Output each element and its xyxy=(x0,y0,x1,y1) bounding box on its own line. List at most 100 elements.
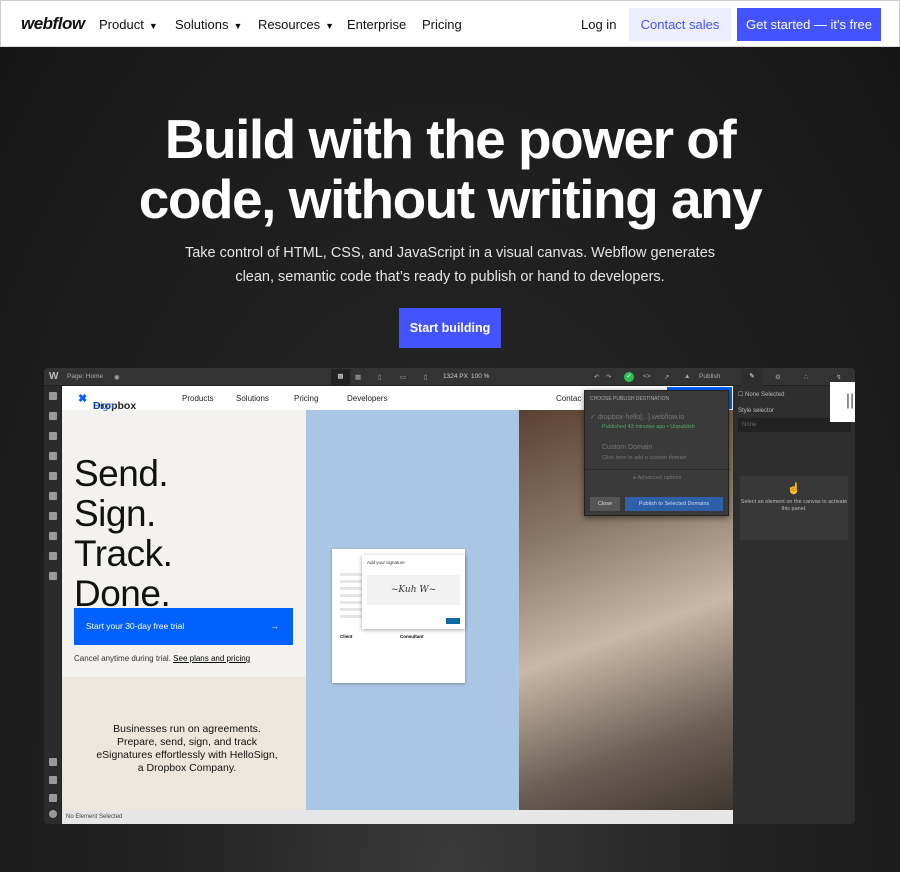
desktop-large-icon[interactable]: ▩ xyxy=(355,373,361,381)
signature-dialog: Add your signature ~Kuh W~ xyxy=(362,555,465,629)
published-time: Published 43 minutes ago xyxy=(602,424,666,430)
canvas-headline: Send. Sign. Track. Done. xyxy=(74,453,173,614)
close-button[interactable]: Close xyxy=(590,497,620,511)
custom-domain-hint[interactable]: Click here to add a custom domain xyxy=(602,455,687,461)
signature-title: Add your signature xyxy=(367,560,405,565)
nav-solutions[interactable]: Solutions ▼ xyxy=(175,17,242,32)
audit-icon[interactable] xyxy=(49,572,57,580)
signature-insert-button xyxy=(446,618,460,624)
help-icon[interactable] xyxy=(49,810,57,818)
plans-link[interactable]: See plans and pricing xyxy=(173,654,250,663)
designer-toolbar: W Page: Home ◉ ▩ ▩ ▯ ▭ ▯ 1324 PX 100 % ↶… xyxy=(44,368,855,386)
mobile-icon[interactable]: ▯ xyxy=(424,373,428,381)
publish-button[interactable]: Publish xyxy=(699,373,720,380)
subtitle-line: clean, semantic code that’s ready to pub… xyxy=(235,269,665,285)
document-column: Client Consultant Add your signature ~Ku… xyxy=(306,410,519,810)
canvas-nav-solutions: Solutions xyxy=(236,394,269,403)
domain-label: dropbox-hello[...].webflow.io xyxy=(597,414,685,421)
canvas-nav-developers: Developers xyxy=(347,394,388,403)
assets-icon[interactable] xyxy=(49,532,57,540)
webflow-logo[interactable]: webflow xyxy=(21,14,85,34)
interactions-icon[interactable]: ∴ xyxy=(804,373,808,381)
canvas-nav-pricing: Pricing xyxy=(294,394,319,403)
domain-option[interactable]: ✓ dropbox-hello[...].webflow.io xyxy=(590,413,684,421)
checklist-icon[interactable] xyxy=(49,758,57,766)
publish-selected-button[interactable]: Publish to Selected Domains xyxy=(625,497,723,511)
style-selector-label: Style selector xyxy=(738,408,775,414)
headline-line: Sign. xyxy=(74,493,156,534)
chevron-down-icon: ▼ xyxy=(233,21,243,31)
trial-button[interactable]: Start your 30-day free trial → xyxy=(74,608,293,645)
none-selected-label: None Selected xyxy=(745,392,785,398)
zoom-readout: 100 % xyxy=(471,373,490,380)
tablet-icon[interactable]: ▯ xyxy=(378,373,382,381)
canvas-nav-products: Products xyxy=(182,394,214,403)
top-nav: webflow Product ▼ Solutions ▼ Resources ▼ E… xyxy=(0,0,900,47)
contact-sales-button[interactable]: Contact sales xyxy=(629,8,731,41)
collaborators-icon[interactable] xyxy=(49,794,57,802)
pages-icon[interactable] xyxy=(49,432,57,440)
trial-label: Start your 30-day free trial xyxy=(86,621,185,631)
webflow-w-logo: W xyxy=(49,371,59,382)
subtitle-line: Take control of HTML, CSS, and JavaScrip… xyxy=(184,245,716,261)
export-icon[interactable]: ↗ xyxy=(664,373,669,381)
signature-image: ~Kuh W~ xyxy=(367,575,460,605)
publish-heading: CHOOSE PUBLISH DESTINATION xyxy=(590,396,670,402)
published-status: Published 43 minutes ago • Unpublish xyxy=(602,424,695,430)
hero-title: Build with the power of code, without wri… xyxy=(0,109,900,229)
canvas-nav-contact: Contac xyxy=(556,394,582,403)
designer-preview: W Page: Home ◉ ▩ ▩ ▯ ▭ ▯ 1324 PX 100 % ↶… xyxy=(44,368,855,824)
style-brush-icon[interactable]: ✎ xyxy=(741,369,763,386)
login-link[interactable]: Log in xyxy=(581,17,616,32)
nav-product[interactable]: Product ▼ xyxy=(99,17,158,32)
nav-label: Resources xyxy=(258,17,321,32)
add-icon[interactable] xyxy=(49,392,57,400)
nav-label: Solutions xyxy=(175,17,229,32)
advanced-options[interactable]: ▸ Advanced options xyxy=(585,469,730,481)
custom-domain-option[interactable]: Custom Domain xyxy=(602,444,652,451)
style-panel: ☐ None Selected Style selector None ☝ Se… xyxy=(733,386,855,824)
pointer-hand-icon: ☝ xyxy=(787,483,801,495)
code-icon[interactable]: <> xyxy=(643,373,651,380)
pause-icon[interactable]: || xyxy=(830,382,855,422)
mobile-landscape-icon[interactable]: ▭ xyxy=(400,373,406,381)
publish-dialog: CHOOSE PUBLISH DESTINATION ✓ dropbox-hel… xyxy=(584,390,730,516)
search-icon[interactable] xyxy=(49,776,57,784)
width-readout: 1324 PX xyxy=(443,373,468,380)
cms-icon[interactable] xyxy=(49,452,57,460)
title-line: code, without writing any xyxy=(138,168,763,230)
unpublish-link[interactable]: Unpublish xyxy=(670,424,694,430)
business-text: Businesses run on agreements. Prepare, s… xyxy=(96,723,278,774)
symbols-icon[interactable] xyxy=(49,472,57,480)
nav-enterprise[interactable]: Enterprise xyxy=(347,17,406,32)
desktop-icon[interactable]: ▩ xyxy=(331,369,350,385)
preview-eye-icon[interactable]: ◉ xyxy=(114,373,120,381)
empty-state: ☝ Select an element on the canvas to act… xyxy=(740,476,848,540)
start-building-button[interactable]: Start building xyxy=(399,308,501,348)
none-selected-checkbox[interactable]: ☐ None Selected xyxy=(738,391,784,398)
users-icon[interactable] xyxy=(49,492,57,500)
dropbox-logo-icon: ✖ xyxy=(78,393,88,405)
settings-icon[interactable] xyxy=(49,552,57,560)
publish-rocket-icon: ▲ xyxy=(684,373,691,380)
nav-resources[interactable]: Resources ▼ xyxy=(258,17,334,32)
headline-line: Send. xyxy=(74,453,169,494)
ecommerce-icon[interactable] xyxy=(49,512,57,520)
nav-label: Product xyxy=(99,17,144,32)
redo-icon[interactable]: ↷ xyxy=(606,373,611,381)
empty-hint: Select an element on the canvas to activ… xyxy=(740,499,848,512)
doc-client: Client xyxy=(340,634,353,639)
left-toolbar xyxy=(44,386,62,824)
cancel-text: Cancel anytime during trial. See plans a… xyxy=(74,654,250,663)
headline-line: Track. xyxy=(74,533,173,574)
undo-icon[interactable]: ↶ xyxy=(594,373,599,381)
settings-gear-icon[interactable]: ⚙ xyxy=(775,373,781,381)
hero-subtitle: Take control of HTML, CSS, and JavaScrip… xyxy=(0,241,900,289)
get-started-button[interactable]: Get started — it's free xyxy=(737,8,881,41)
nav-pricing[interactable]: Pricing xyxy=(422,17,462,32)
arrow-right-icon: → xyxy=(270,621,280,631)
lightning-icon[interactable]: ↯ xyxy=(836,373,841,381)
advanced-label: Advanced options xyxy=(637,475,682,481)
navigator-icon[interactable] xyxy=(49,412,57,420)
page-selector[interactable]: Page: Home xyxy=(67,373,103,380)
